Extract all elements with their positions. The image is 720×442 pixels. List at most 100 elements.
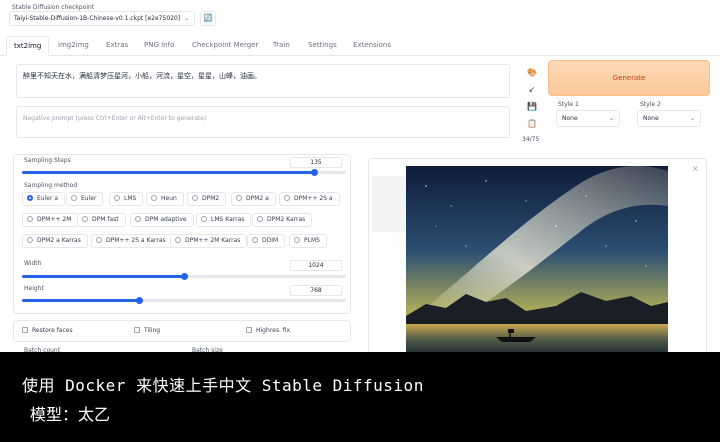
height-slider[interactable]	[22, 297, 346, 304]
radio-dot	[27, 216, 33, 222]
tab-bar: txt2img img2img Extras PNG Info Checkpoi…	[0, 36, 720, 56]
checkpoint-select[interactable]: Taiyi-Stable-Diffusion-1B-Chinese-v0.1.c…	[9, 11, 195, 26]
radio-dot	[192, 195, 198, 201]
prompt-input[interactable]: 醉里不知天在水，满船清梦压星河，小船，河流，星空，星星，山峰，油画。	[16, 64, 510, 98]
tab-img2img[interactable]: img2img	[58, 41, 89, 49]
style-2-select[interactable]: None ⌄	[637, 110, 701, 127]
sampler-dpm2-a[interactable]: DPM2 a	[231, 192, 276, 206]
tab-extras[interactable]: Extras	[106, 41, 128, 49]
radio-dot	[201, 216, 207, 222]
sampler-dpm2[interactable]: DPM2	[187, 192, 227, 206]
sampler-label: Euler a	[37, 195, 59, 202]
width-input[interactable]: 1024	[290, 260, 342, 271]
sampler-plms[interactable]: PLMS	[289, 234, 327, 248]
generate-button[interactable]: Generate	[548, 60, 710, 96]
radio-dot	[27, 195, 33, 201]
tiling-checkbox[interactable]: Tiling	[134, 327, 160, 334]
tab-png-info[interactable]: PNG Info	[144, 41, 174, 49]
refresh-icon: 🔄	[203, 14, 213, 22]
sampler-euler[interactable]: Euler	[66, 192, 104, 206]
sampler-lms[interactable]: LMS	[109, 192, 144, 206]
sampler-label: Euler	[81, 195, 97, 202]
sampling-method-label: Sampling method	[24, 182, 78, 189]
checkbox-label: Tiling	[144, 327, 161, 334]
refresh-checkpoint-button[interactable]: 🔄	[200, 11, 216, 26]
style-1-select[interactable]: None ⌄	[556, 110, 620, 127]
sampling-steps-slider[interactable]	[22, 169, 346, 176]
radio-dot	[294, 237, 300, 243]
radio-dot	[284, 195, 290, 201]
sampler-dpm-fast[interactable]: DPM fast	[77, 213, 126, 227]
sampler-heun[interactable]: Heun	[146, 192, 184, 206]
checkpoint-label: Stable Diffusion checkpoint	[12, 4, 95, 11]
sampler-ddim[interactable]: DDIM	[247, 234, 286, 248]
sampling-steps-label: Sampling Steps	[24, 157, 71, 164]
sampler-dpm-adaptive[interactable]: DPM adaptive	[130, 213, 194, 227]
sampler-label: DPM2	[202, 195, 220, 202]
width-slider[interactable]	[22, 273, 346, 280]
sampler-dpmpp-2s-a[interactable]: DPM++ 2S a	[279, 192, 340, 206]
prompt-tools: 🎨 ↙ 💾 📋	[524, 64, 540, 132]
height-input[interactable]: 768	[290, 285, 342, 296]
options-panel: Restore faces Tiling Highres. fix	[13, 320, 351, 342]
style-1-label: Style 1	[558, 101, 579, 108]
radio-dot	[96, 237, 102, 243]
chevron-down-icon: ⌄	[608, 115, 614, 122]
checkbox-box	[246, 327, 252, 333]
sampler-label: DPM fast	[92, 216, 119, 223]
width-label: Width	[24, 260, 42, 267]
generated-painting	[406, 166, 668, 356]
sampler-label: DPM2 a Karras	[37, 237, 81, 244]
sampler-label: DPM++ 2S a Karras	[106, 237, 166, 244]
tab-train[interactable]: Train	[273, 41, 290, 49]
sampler-label: DPM++ 2M	[37, 216, 72, 223]
height-label: Height	[24, 285, 44, 292]
sampler-dpmpp-2m[interactable]: DPM++ 2M	[22, 213, 79, 227]
clipboard-icon[interactable]: 📋	[524, 115, 540, 132]
radio-dot	[236, 195, 242, 201]
sampler-dpmpp-2m-karras[interactable]: DPM++ 2M Karras	[170, 234, 248, 248]
radio-dot	[114, 195, 120, 201]
caption-title: 使用 Docker 来快速上手中文 Stable Diffusion	[22, 376, 424, 395]
sampler-label: PLMS	[304, 237, 320, 244]
negative-prompt-input[interactable]: Negative prompt (press Ctrl+Enter or Alt…	[16, 106, 510, 138]
tab-txt2img[interactable]: txt2img	[6, 36, 50, 56]
chevron-down-icon: ⌄	[689, 115, 695, 122]
style-1-value: None	[562, 115, 578, 122]
sampler-label: DPM++ 2M Karras	[185, 237, 241, 244]
highres-fix-checkbox[interactable]: Highres. fix	[246, 327, 290, 334]
restore-faces-checkbox[interactable]: Restore faces	[22, 327, 73, 334]
tab-settings[interactable]: Settings	[308, 41, 337, 49]
sampler-label: DDIM	[262, 237, 279, 244]
sampler-label: DPM2 Karras	[267, 216, 306, 223]
sampler-euler-a[interactable]: Euler a	[22, 192, 66, 206]
tab-checkpoint-merger[interactable]: Checkpoint Merger	[192, 41, 258, 49]
sampler-label: LMS	[124, 195, 137, 202]
tab-extensions[interactable]: Extensions	[353, 41, 391, 49]
height-fill	[22, 299, 139, 302]
arrow-down-left-icon[interactable]: ↙	[524, 81, 540, 98]
height-knob[interactable]	[135, 297, 143, 304]
checkbox-box	[22, 327, 28, 333]
radio-dot	[82, 216, 88, 222]
generated-image[interactable]	[406, 166, 668, 356]
radio-dot	[135, 216, 141, 222]
radio-dot	[27, 237, 33, 243]
radio-dot	[151, 195, 157, 201]
save-icon[interactable]: 💾	[524, 98, 540, 115]
caption-subtitle: 模型：太乙	[30, 405, 111, 424]
radio-dot	[257, 216, 263, 222]
close-icon[interactable]: ×	[692, 164, 699, 173]
sampler-dpmpp-2s-a-karras[interactable]: DPM++ 2S a Karras	[91, 234, 173, 248]
sampler-dpm2-a-karras[interactable]: DPM2 a Karras	[22, 234, 88, 248]
sampling-steps-knob[interactable]	[310, 169, 318, 176]
radio-dot	[175, 237, 181, 243]
sampler-dpm2-karras[interactable]: DPM2 Karras	[252, 213, 313, 227]
style-2-label: Style 2	[640, 101, 661, 108]
sampler-label: DPM adaptive	[145, 216, 187, 223]
sampler-lms-karras[interactable]: LMS Karras	[196, 213, 252, 227]
checkbox-label: Restore faces	[32, 327, 73, 334]
sampling-steps-input[interactable]: 135	[290, 157, 342, 168]
width-knob[interactable]	[181, 273, 188, 280]
paint-palette-icon[interactable]: 🎨	[524, 64, 540, 81]
